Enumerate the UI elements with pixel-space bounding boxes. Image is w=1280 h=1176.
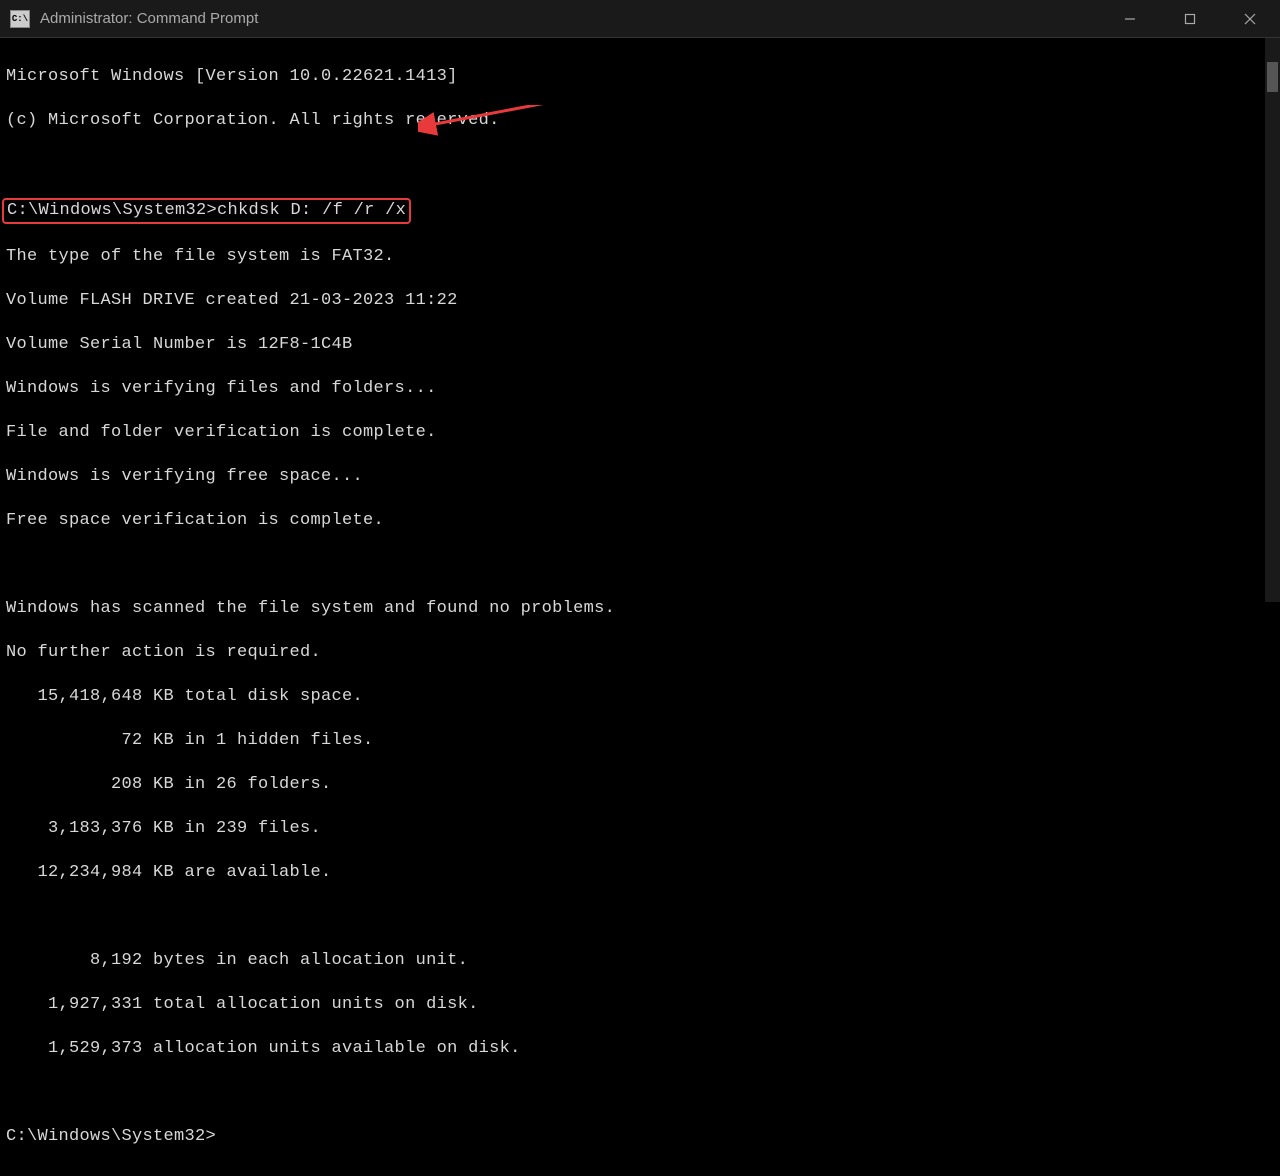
output-line: Windows is verifying free space...	[6, 466, 1274, 488]
output-line: 3,183,376 KB in 239 files.	[6, 818, 1274, 840]
maximize-button[interactable]	[1160, 0, 1220, 37]
cmd-icon: C:\	[10, 10, 30, 28]
output-line: Volume FLASH DRIVE created 21-03-2023 11…	[6, 290, 1274, 312]
output-line: 12,234,984 KB are available.	[6, 862, 1274, 884]
prompt: C:\Windows\System32>	[7, 201, 217, 220]
blank	[6, 906, 1274, 928]
close-button[interactable]	[1220, 0, 1280, 37]
command-text: chkdsk D: /f /r /x	[217, 201, 406, 220]
output-line: Windows has scanned the file system and …	[6, 598, 1274, 620]
scrollbar-track[interactable]	[1265, 38, 1280, 602]
output-line: 208 KB in 26 folders.	[6, 774, 1274, 796]
output-line: Windows is verifying files and folders..…	[6, 378, 1274, 400]
scrollbar-thumb[interactable]	[1267, 62, 1278, 92]
close-icon	[1244, 13, 1256, 25]
output-line: No further action is required.	[6, 642, 1274, 664]
blank	[6, 154, 1274, 176]
version-line: Microsoft Windows [Version 10.0.22621.14…	[6, 66, 1274, 88]
minimize-button[interactable]	[1100, 0, 1160, 37]
prompt-line: C:\Windows\System32>	[6, 1126, 1274, 1148]
minimize-icon	[1124, 13, 1136, 25]
window-title: Administrator: Command Prompt	[40, 10, 1100, 27]
maximize-icon	[1184, 13, 1196, 25]
output-line: Volume Serial Number is 12F8-1C4B	[6, 334, 1274, 356]
output-line: 1,529,373 allocation units available on …	[6, 1038, 1274, 1060]
output-line: File and folder verification is complete…	[6, 422, 1274, 444]
blank	[6, 554, 1274, 576]
blank	[6, 1082, 1274, 1104]
output-line: 72 KB in 1 hidden files.	[6, 730, 1274, 752]
copyright-line: (c) Microsoft Corporation. All rights re…	[6, 110, 1274, 132]
output-line: Free space verification is complete.	[6, 510, 1274, 532]
command-line: C:\Windows\System32>chkdsk D: /f /r /x	[6, 198, 1274, 224]
output-line: 1,927,331 total allocation units on disk…	[6, 994, 1274, 1016]
output-line: 8,192 bytes in each allocation unit.	[6, 950, 1274, 972]
output-line: The type of the file system is FAT32.	[6, 246, 1274, 268]
window-controls	[1100, 0, 1280, 37]
window-titlebar: C:\ Administrator: Command Prompt	[0, 0, 1280, 38]
output-line: 15,418,648 KB total disk space.	[6, 686, 1274, 708]
highlighted-command-box: C:\Windows\System32>chkdsk D: /f /r /x	[2, 198, 411, 224]
terminal-output[interactable]: Microsoft Windows [Version 10.0.22621.14…	[0, 38, 1280, 1176]
